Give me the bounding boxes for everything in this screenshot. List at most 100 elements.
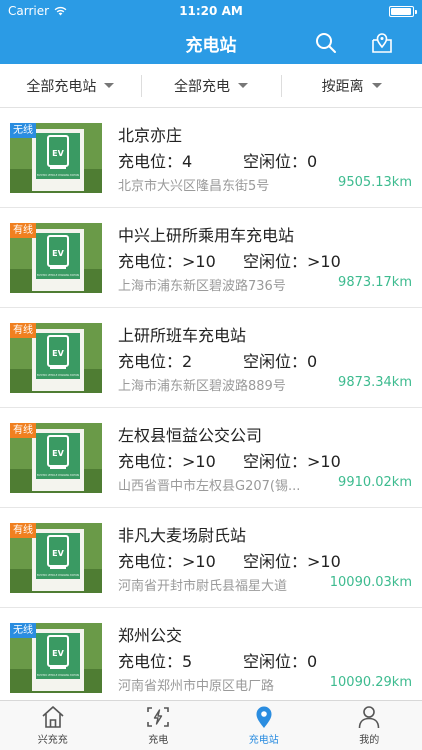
station-name: 北京亦庄	[118, 126, 183, 145]
ev-label: EV	[52, 349, 64, 358]
tab-profile[interactable]: 我的	[317, 701, 422, 750]
tab-label: 兴充充	[37, 735, 68, 746]
station-counts: 充电位：4 空闲位：0	[118, 148, 317, 172]
ev-caption: ELECTRIC VEHICLE CHARGING STATION	[37, 473, 79, 477]
idle-count-label: 空闲位：	[243, 352, 308, 371]
idle-count: 0	[307, 652, 318, 671]
idle-count-group: 空闲位：>10	[243, 548, 341, 572]
station-thumbnail: EV ELECTRIC VEHICLE CHARGING STATION 有线	[10, 323, 102, 393]
ev-label: EV	[52, 149, 64, 158]
charger-count-label: 充电位：	[118, 152, 183, 171]
charger-count: >10	[182, 452, 216, 471]
ev-caption: ELECTRIC VEHICLE CHARGING STATION	[37, 373, 79, 377]
idle-count-label: 空闲位：	[243, 152, 308, 171]
location-pin-icon	[256, 706, 272, 728]
station-item[interactable]: EV ELECTRIC VEHICLE CHARGING STATION 有线 …	[0, 408, 422, 508]
station-distance: 9910.02km	[338, 475, 412, 490]
charger-count-group: 充电位：5	[118, 648, 243, 672]
idle-count: >10	[307, 452, 341, 471]
charger-count: >10	[182, 252, 216, 271]
ev-label: EV	[52, 249, 64, 258]
charger-count-group: 充电位：>10	[118, 448, 243, 472]
tab-home[interactable]: 兴充充	[0, 701, 106, 750]
idle-count-label: 空闲位：	[243, 252, 308, 271]
tab-charge[interactable]: 充电	[106, 701, 212, 750]
charger-count-group: 充电位：>10	[118, 548, 243, 572]
caret-down-icon	[371, 83, 382, 88]
filter-charge-type[interactable]: 全部充电	[140, 64, 282, 107]
station-address: 北京市大兴区隆昌东街5号	[118, 179, 270, 194]
idle-count-group: 空闲位：0	[243, 148, 317, 172]
station-list[interactable]: EV ELECTRIC VEHICLE CHARGING STATION 无线 …	[0, 108, 422, 700]
charger-count-group: 充电位：2	[118, 348, 243, 372]
battery-indicator	[389, 5, 417, 17]
ev-caption: ELECTRIC VEHICLE CHARGING STATION	[37, 673, 79, 677]
filter-station-type[interactable]: 全部充电站	[0, 64, 141, 107]
house-icon	[42, 706, 64, 728]
station-address: 河南省开封市尉氏县福星大道	[118, 579, 288, 594]
station-item[interactable]: EV ELECTRIC VEHICLE CHARGING STATION 有线 …	[0, 308, 422, 408]
idle-count: >10	[307, 552, 341, 571]
charge-scan-icon	[147, 707, 170, 727]
station-item[interactable]: EV ELECTRIC VEHICLE CHARGING STATION 有线 …	[0, 508, 422, 608]
caret-down-icon	[104, 83, 115, 88]
idle-count: 0	[307, 152, 318, 171]
station-item[interactable]: EV ELECTRIC VEHICLE CHARGING STATION 无线 …	[0, 608, 422, 700]
carrier-info: Carrier	[8, 4, 67, 18]
idle-count: 0	[307, 352, 318, 371]
station-address: 山西省晋中市左权县G207(锡...	[118, 479, 301, 494]
station-counts: 充电位：2 空闲位：0	[118, 348, 317, 372]
wifi-icon	[54, 6, 67, 16]
nav-bar: 充电站	[0, 22, 422, 64]
charger-count: 5	[182, 652, 193, 671]
battery-icon	[389, 5, 417, 17]
station-address: 上海市浦东新区碧波路736号	[118, 279, 286, 294]
search-icon	[316, 33, 336, 53]
station-counts: 充电位：5 空闲位：0	[118, 648, 317, 672]
station-distance: 9873.17km	[338, 275, 412, 290]
station-name: 左权县恒益公交公司	[118, 426, 263, 445]
idle-count-group: 空闲位：>10	[243, 248, 341, 272]
charger-count-group: 充电位：4	[118, 148, 243, 172]
charger-count: 2	[182, 352, 193, 371]
tab-label: 我的	[359, 735, 380, 746]
station-item[interactable]: EV ELECTRIC VEHICLE CHARGING STATION 有线 …	[0, 208, 422, 308]
station-name: 郑州公交	[118, 626, 183, 645]
charger-count-label: 充电位：	[118, 252, 183, 271]
station-counts: 充电位：>10 空闲位：>10	[118, 448, 341, 472]
charge-type-tag: 无线	[10, 623, 36, 638]
station-item[interactable]: EV ELECTRIC VEHICLE CHARGING STATION 无线 …	[0, 108, 422, 208]
idle-count-label: 空闲位：	[243, 452, 308, 471]
filter-sort[interactable]: 按距离	[281, 64, 422, 107]
station-distance: 9873.34km	[338, 375, 412, 390]
tab-label: 充电站	[248, 735, 279, 746]
tab-stations[interactable]: 充电站	[211, 701, 317, 750]
station-thumbnail: EV ELECTRIC VEHICLE CHARGING STATION 有线	[10, 223, 102, 293]
charger-count-label: 充电位：	[118, 552, 183, 571]
filter-label: 按距离	[321, 78, 364, 95]
idle-count-group: 空闲位：0	[243, 348, 317, 372]
charger-count-label: 充电位：	[118, 452, 183, 471]
caret-down-icon	[238, 83, 248, 88]
station-address: 上海市浦东新区碧波路889号	[118, 379, 286, 394]
charge-type-tag: 有线	[10, 523, 36, 538]
charger-count-group: 充电位：>10	[118, 248, 243, 272]
charge-type-tag: 有线	[10, 423, 36, 438]
carrier-label: Carrier	[8, 4, 50, 18]
ev-caption: ELECTRIC VEHICLE CHARGING STATION	[37, 573, 79, 577]
ev-label: EV	[52, 449, 64, 458]
idle-count-group: 空闲位：>10	[243, 448, 341, 472]
page-title: 充电站	[185, 35, 237, 56]
charge-type-tag: 有线	[10, 323, 36, 338]
station-name: 上研所班车充电站	[118, 326, 247, 345]
charge-type-tag: 有线	[10, 223, 36, 238]
charger-count: 4	[182, 152, 193, 171]
station-thumbnail: EV ELECTRIC VEHICLE CHARGING STATION 无线	[10, 623, 102, 693]
charger-count-label: 充电位：	[118, 352, 183, 371]
ev-label: EV	[52, 549, 64, 558]
search-button[interactable]	[314, 31, 338, 55]
map-button[interactable]	[370, 31, 394, 55]
status-bar: Carrier 11:20 AM	[0, 0, 422, 22]
station-counts: 充电位：>10 空闲位：>10	[118, 548, 341, 572]
station-counts: 充电位：>10 空闲位：>10	[118, 248, 341, 272]
